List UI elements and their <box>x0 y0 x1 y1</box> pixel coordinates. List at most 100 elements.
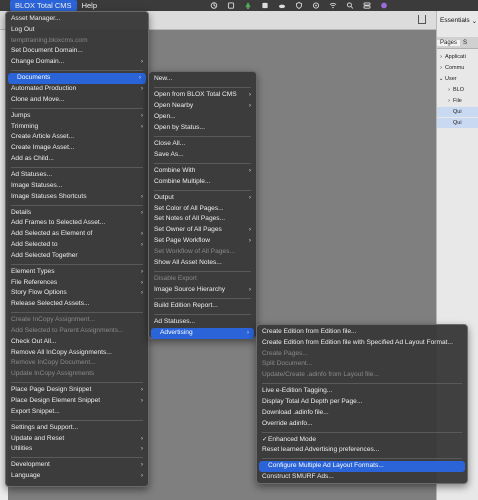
tree-row[interactable]: Qui <box>437 107 478 117</box>
menu-item-remove-all-incopy-assignments[interactable]: Remove All InCopy Assignments... <box>6 348 148 359</box>
menu-item-element-types[interactable]: Element Types › <box>6 267 148 278</box>
sync-icon[interactable] <box>227 2 235 9</box>
menu-item-clone-and-move[interactable]: Clone and Move... <box>6 95 148 106</box>
app-status-icon[interactable] <box>210 2 218 9</box>
menu-item-add-selected-to[interactable]: Add Selected to › <box>6 240 148 251</box>
app-icon[interactable] <box>261 2 269 9</box>
menu-item-place-page-design-snippet[interactable]: Place Page Design Snippet › <box>6 385 148 396</box>
menu-item-combine-with[interactable]: Combine With › <box>149 166 256 177</box>
menu-item-place-design-element-snippet[interactable]: Place Design Element Snippet › <box>6 396 148 407</box>
menu-item-download-adinfo-file[interactable]: Download .adinfo file... <box>257 408 467 419</box>
menu-item-settings-and-support[interactable]: Settings and Support... <box>6 423 148 434</box>
tree-label: File <box>453 98 462 104</box>
menu-item-story-flow-options[interactable]: Story Flow Options › <box>6 288 148 299</box>
menu-item-combine-multiple[interactable]: Combine Multiple... <box>149 177 256 188</box>
menu-item-override-adinfo[interactable]: Override adinfo... <box>257 419 467 430</box>
menu-item-details[interactable]: Details › <box>6 208 148 219</box>
menu-item-live-e-edition-tagging[interactable]: Live e-Edition Tagging... <box>257 386 467 397</box>
menu-item-create-edition-from-edition-file-with-specified-ad-layout-format[interactable]: Create Edition from Edition file with Sp… <box>257 338 467 349</box>
chevron-right-icon: › <box>140 230 143 238</box>
tree-label: BLO <box>453 87 465 93</box>
menu-item-language[interactable]: Language › <box>6 471 148 482</box>
menu-item-create-article-asset[interactable]: Create Article Asset... <box>6 132 148 143</box>
menu-item-label: Image Statuses Shortcuts <box>11 192 87 200</box>
menu-item-reset-learned-advertising-preferences[interactable]: Reset learned Advertising preferences... <box>257 445 467 456</box>
menu-item-new[interactable]: New... <box>149 74 256 85</box>
share-icon[interactable] <box>418 15 426 24</box>
menu-item-advertising[interactable]: Advertising › <box>151 327 254 339</box>
menu-item-label: Remove InCopy Document... <box>11 359 96 367</box>
menu-item-add-selected-together[interactable]: Add Selected Together <box>6 251 148 262</box>
menu-item-automated-production[interactable]: Automated Production › <box>6 84 148 95</box>
menu-item-build-edition-report[interactable]: Build Edition Report... <box>149 301 256 312</box>
wifi-icon[interactable] <box>329 2 337 9</box>
menu-item-ad-statuses[interactable]: Ad Statuses... <box>6 170 148 181</box>
workspace-switcher[interactable]: Essentials ⌄ <box>436 14 478 27</box>
menu-item-enhanced-mode[interactable]: ✓Enhanced Mode <box>257 435 467 446</box>
menu-separator <box>11 312 143 314</box>
menu-item-save-as[interactable]: Save As... <box>149 150 256 161</box>
tab-pages[interactable]: Pages <box>437 39 461 46</box>
menu-item-set-notes-of-all-pages[interactable]: Set Notes of All Pages... <box>149 214 256 225</box>
control-center-icon[interactable] <box>363 2 371 9</box>
menu-item-image-source-hierarchy[interactable]: Image Source Hierarchy › <box>149 285 256 296</box>
menu-item-label: Close All... <box>154 139 186 147</box>
menu-item-output[interactable]: Output › <box>149 193 256 204</box>
menu-item-close-all[interactable]: Close All... <box>149 139 256 150</box>
menu-item-log-out[interactable]: Log Out <box>6 25 148 36</box>
menu-item-open-by-status[interactable]: Open by Status... <box>149 123 256 134</box>
target-icon[interactable] <box>312 2 320 9</box>
tree-row[interactable]: › Applicati <box>437 52 478 62</box>
menu-item-image-statuses[interactable]: Image Statuses... <box>6 181 148 192</box>
menu-item-create-edition-from-edition-file[interactable]: Create Edition from Edition file... <box>257 327 467 338</box>
menu-item-image-statuses-shortcuts[interactable]: Image Statuses Shortcuts › <box>6 192 148 203</box>
menu-item-development[interactable]: Development › <box>6 460 148 471</box>
tree-row[interactable]: Qui <box>437 118 478 128</box>
menu-item-set-page-workflow[interactable]: Set Page Workflow › <box>149 236 256 247</box>
menu-item-check-out-all[interactable]: Check Out All... <box>6 337 148 348</box>
menu-item-create-image-asset[interactable]: Create Image Asset... <box>6 143 148 154</box>
menu-item-label: Add as Child... <box>11 155 54 162</box>
cloud-icon[interactable] <box>278 2 286 9</box>
menu-separator <box>154 87 251 88</box>
menu-item-label: Open by Status... <box>154 123 205 131</box>
menubar-blox[interactable]: BLOX Total CMS <box>10 0 77 11</box>
siri-icon[interactable] <box>380 2 388 9</box>
menu-item-export-snippet[interactable]: Export Snippet... <box>6 407 148 418</box>
menu-item-label: Clone and Move... <box>11 95 65 103</box>
tab-s[interactable]: S <box>460 40 470 46</box>
menu-item-configure-multiple-ad-layout-formats[interactable]: Configure Multiple Ad Layout Formats... <box>259 461 465 473</box>
menu-item-set-owner-of-all-pages[interactable]: Set Owner of All Pages › <box>149 225 256 236</box>
menu-item-set-document-domain[interactable]: Set Document Domain... <box>6 46 148 57</box>
menu-item-open-from-blox-total-cms[interactable]: Open from BLOX Total CMS › <box>149 90 256 101</box>
menu-item-release-selected-assets[interactable]: Release Selected Assets... <box>6 299 148 310</box>
menu-item-construct-smurf-ads[interactable]: Construct SMURF Ads... <box>257 472 467 483</box>
tree-icon[interactable] <box>244 2 252 9</box>
menu-item-add-as-child[interactable]: Add as Child... <box>6 154 148 165</box>
menu-item-set-color-of-all-pages[interactable]: Set Color of All Pages... <box>149 204 256 215</box>
search-icon[interactable] <box>346 2 354 9</box>
tree-row[interactable]: ⌄ User <box>437 74 478 84</box>
menu-item-show-all-asset-notes[interactable]: Show All Asset Notes... <box>149 258 256 269</box>
menu-item-open-nearby[interactable]: Open Nearby › <box>149 101 256 112</box>
menu-item-label: Language <box>11 472 41 480</box>
menu-item-documents[interactable]: Documents › <box>8 73 146 84</box>
menu-item-open[interactable]: Open... <box>149 112 256 123</box>
menu-item-trimming[interactable]: Trimming › <box>6 122 148 133</box>
tree-row[interactable]: › File <box>437 96 478 106</box>
menu-item-add-selected-as-element-of[interactable]: Add Selected as Element of › <box>6 229 148 240</box>
menu-item-utilities[interactable]: Utilities › <box>6 444 148 455</box>
tree-row[interactable]: › BLO <box>437 85 478 95</box>
menu-item-asset-manager[interactable]: Asset Manager... <box>6 14 148 25</box>
menu-item-change-domain[interactable]: Change Domain... › <box>6 57 148 68</box>
menubar-help[interactable]: Help <box>77 0 102 11</box>
menu-item-file-references[interactable]: File References › <box>6 278 148 289</box>
menu-item-display-total-ad-depth-per-page[interactable]: Display Total Ad Depth per Page... <box>257 397 467 408</box>
menu-item-add-frames-to-selected-asset[interactable]: Add Frames to Selected Asset... <box>6 218 148 229</box>
shield-icon[interactable] <box>295 2 303 9</box>
menu-item-label: Configure Multiple Ad Layout Formats... <box>268 462 384 470</box>
menu-item-jumps[interactable]: Jumps › <box>6 111 148 122</box>
tree-row[interactable]: › Commu <box>437 63 478 73</box>
menu-item-update-and-reset[interactable]: Update and Reset › <box>6 434 148 445</box>
menu-item-ad-statuses[interactable]: Ad Statuses... <box>149 317 256 328</box>
